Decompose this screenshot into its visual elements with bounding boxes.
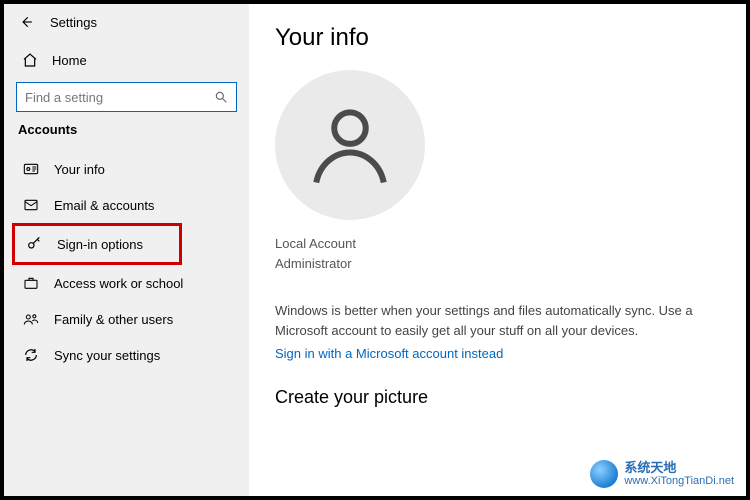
sidebar-section-title: Accounts [12,122,241,143]
watermark: 系统天地 www.XiTongTianDi.net [590,460,734,488]
sidebar-item-label: Family & other users [54,312,173,327]
sidebar-item-family-users[interactable]: Family & other users [12,301,241,337]
person-icon [305,100,395,190]
sidebar-item-label: Your info [54,162,105,177]
sidebar-item-work-school[interactable]: Access work or school [12,265,241,301]
account-type-line2: Administrator [275,254,720,274]
create-picture-heading: Create your picture [275,387,720,408]
sidebar-home-label: Home [52,53,87,68]
sidebar-item-label: Sign-in options [57,237,143,252]
back-arrow-icon [19,15,33,29]
back-button[interactable] [18,14,34,30]
ms-signin-link[interactable]: Sign in with a Microsoft account instead [275,346,720,361]
sidebar-item-sync[interactable]: Sync your settings [12,337,241,373]
main-content: Your info Local Account Administrator Wi… [249,4,746,496]
ms-account-blurb: Windows is better when your settings and… [275,301,715,340]
key-icon [25,236,43,252]
sidebar-home[interactable]: Home [12,44,241,76]
search-box[interactable] [16,82,237,112]
badge-icon [22,161,40,177]
watermark-cn: 系统天地 [624,461,734,475]
sidebar-nav: Your info Email & accounts Sign-in optio… [12,151,241,373]
account-type-line1: Local Account [275,234,720,254]
sidebar-item-your-info[interactable]: Your info [12,151,241,187]
mail-icon [22,197,40,213]
account-type: Local Account Administrator [275,234,720,273]
home-icon [22,52,38,68]
search-input[interactable] [25,90,214,105]
page-title: Your info [275,24,720,52]
sync-icon [22,347,40,363]
search-icon [214,90,228,104]
briefcase-icon [22,275,40,291]
people-icon [22,311,40,327]
sidebar-item-label: Sync your settings [54,348,160,363]
sidebar-item-label: Access work or school [54,276,183,291]
watermark-url: www.XiTongTianDi.net [624,475,734,487]
sidebar-item-label: Email & accounts [54,198,154,213]
sidebar-item-signin-options[interactable]: Sign-in options [12,223,182,265]
window-title: Settings [50,15,97,30]
sidebar-item-email-accounts[interactable]: Email & accounts [12,187,241,223]
settings-sidebar: Settings Home Accounts Your info [4,4,249,496]
watermark-logo-icon [590,460,618,488]
avatar [275,70,425,220]
